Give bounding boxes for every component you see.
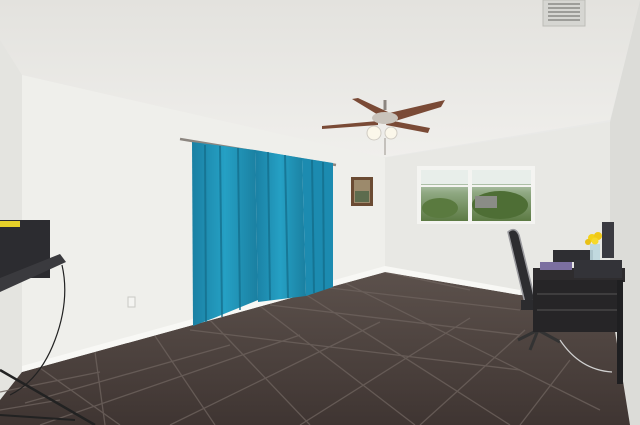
air-vent <box>542 0 586 27</box>
wall-outlet <box>127 296 136 308</box>
room-illustration <box>0 0 640 425</box>
framed-picture <box>351 177 373 206</box>
window <box>417 166 535 224</box>
monitor <box>602 222 614 258</box>
room-photo <box>0 0 640 425</box>
